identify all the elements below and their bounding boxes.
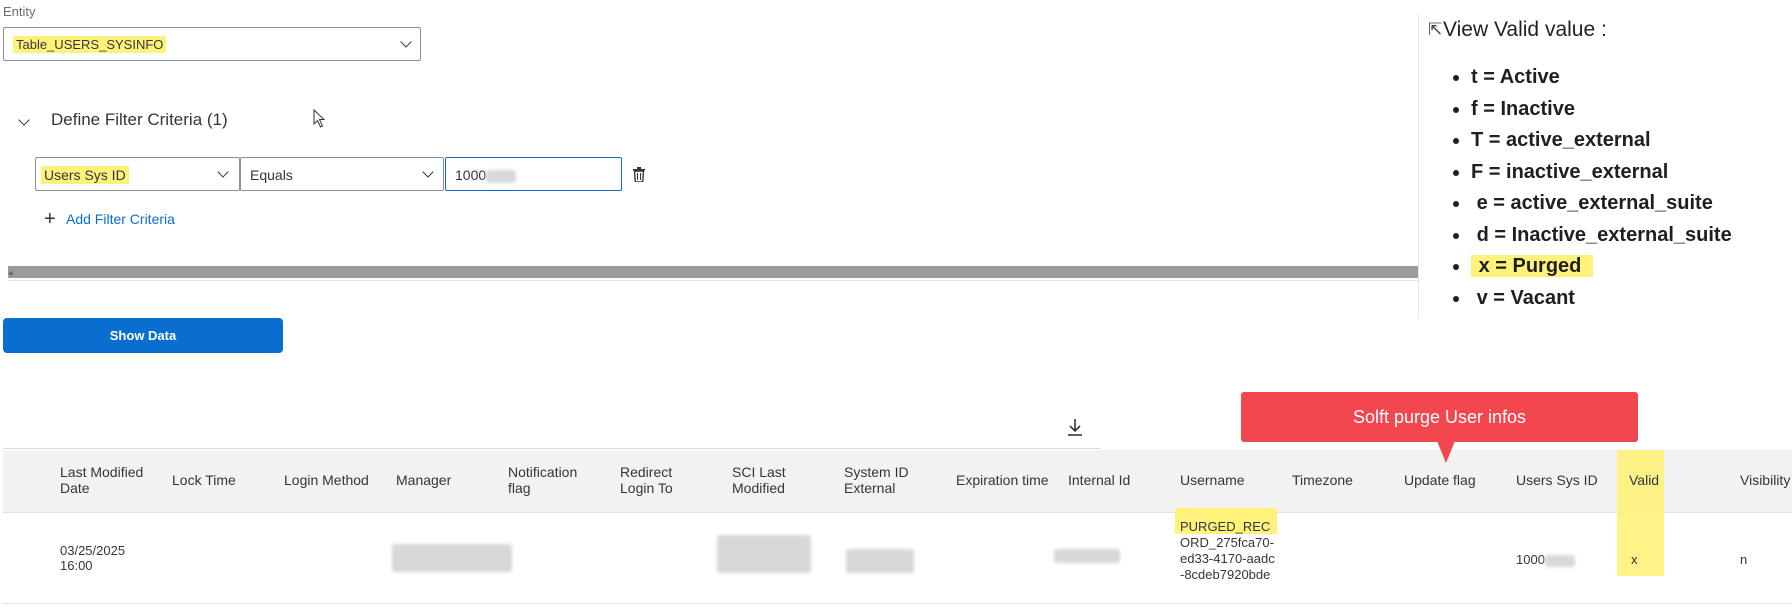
redacted-blur	[486, 169, 517, 183]
column-header[interactable]: Lock Time	[172, 472, 236, 488]
list-item-highlighted: x = Purged	[1471, 251, 1732, 283]
table-header-row: Last Modified Date Lock Time Login Metho…	[3, 450, 1792, 513]
show-data-button[interactable]: Show Data	[3, 318, 283, 353]
list-item: t = Active	[1471, 62, 1732, 94]
cell-last-modified: 03/25/2025 16:00	[60, 543, 126, 573]
column-header[interactable]: Users Sys ID	[1516, 472, 1598, 488]
list-item: e = active_external_suite	[1471, 188, 1732, 220]
plus-icon: +	[44, 208, 56, 230]
cursor-icon: ⇱	[1428, 20, 1443, 39]
filter-value-text: 1000	[455, 167, 487, 183]
list-item: f = Inactive	[1471, 94, 1732, 126]
scroll-left-icon[interactable]: ◂	[8, 268, 13, 279]
chevron-down-icon	[18, 114, 30, 126]
column-header[interactable]: Login Method	[284, 472, 369, 488]
column-header[interactable]: System ID External	[844, 464, 924, 496]
valid-values-list: t = Active f = Inactive T = active_exter…	[1445, 62, 1732, 314]
filter-field-value: Users Sys ID	[41, 166, 129, 184]
chevron-down-icon	[422, 166, 434, 178]
column-header[interactable]: Internal Id	[1068, 472, 1130, 488]
list-item: d = Inactive_external_suite	[1471, 220, 1732, 252]
filter-field-select[interactable]: Users Sys ID	[35, 157, 240, 191]
chevron-down-icon	[217, 166, 229, 178]
column-header[interactable]: Manager	[396, 472, 451, 488]
valid-values-panel: ⇱ View Valid value : t = Active f = Inac…	[1418, 14, 1792, 318]
column-header[interactable]: Username	[1180, 472, 1245, 488]
column-header[interactable]: Last Modified Date	[60, 464, 150, 496]
horizontal-scrollbar[interactable]	[8, 266, 1418, 278]
redacted-blur	[717, 535, 811, 573]
trash-icon[interactable]	[633, 167, 645, 182]
column-header[interactable]: SCI Last Modified	[732, 464, 812, 496]
list-item: F = inactive_external	[1471, 157, 1732, 189]
column-header[interactable]: Visibility	[1740, 472, 1790, 488]
entity-value: Table_USERS_SYSINFO	[13, 36, 167, 53]
redacted-blur	[1054, 549, 1120, 563]
cell-username-highlighted: PURGED_REC	[1180, 519, 1271, 534]
redacted-blur	[846, 549, 914, 573]
list-item: v = Vacant	[1471, 283, 1732, 315]
callout-pointer	[1437, 441, 1455, 463]
add-filter-label: Add Filter Criteria	[66, 211, 175, 227]
filter-value-input[interactable]: 1000	[445, 157, 622, 191]
column-header[interactable]: Valid	[1629, 472, 1659, 488]
column-header[interactable]: Update flag	[1404, 472, 1476, 488]
entity-label: Entity	[3, 4, 36, 19]
mouse-cursor-icon	[313, 109, 326, 128]
valid-values-title: View Valid value :	[1443, 18, 1607, 41]
cell-valid: x	[1631, 552, 1638, 567]
annotation-callout: Solft purge User infos	[1241, 392, 1638, 442]
valid-column-highlight	[1617, 450, 1664, 576]
redacted-blur	[1544, 554, 1575, 567]
entity-select[interactable]: Table_USERS_SYSINFO	[3, 27, 421, 61]
filter-operator-select[interactable]: Equals	[240, 157, 444, 191]
filter-section-title: Define Filter Criteria (1)	[51, 110, 228, 129]
cell-visibility: n	[1740, 552, 1748, 567]
column-header[interactable]: Expiration time	[956, 472, 1049, 488]
redacted-blur	[392, 544, 512, 572]
cell-username: ORD_275fca70-ed33-4170-aadc-8cdeb7920bde	[1180, 535, 1275, 582]
filter-operator-value: Equals	[250, 167, 293, 183]
column-header[interactable]: Redirect Login To	[620, 464, 710, 496]
chevron-down-icon	[400, 36, 412, 48]
download-icon[interactable]	[1066, 418, 1084, 438]
column-header[interactable]: Timezone	[1292, 472, 1353, 488]
divider	[3, 448, 1100, 449]
list-item: T = active_external	[1471, 125, 1732, 157]
cell-users-sys-id: 1000	[1516, 552, 1575, 567]
column-header[interactable]: Notification flag	[508, 464, 588, 496]
divider	[8, 280, 1418, 281]
